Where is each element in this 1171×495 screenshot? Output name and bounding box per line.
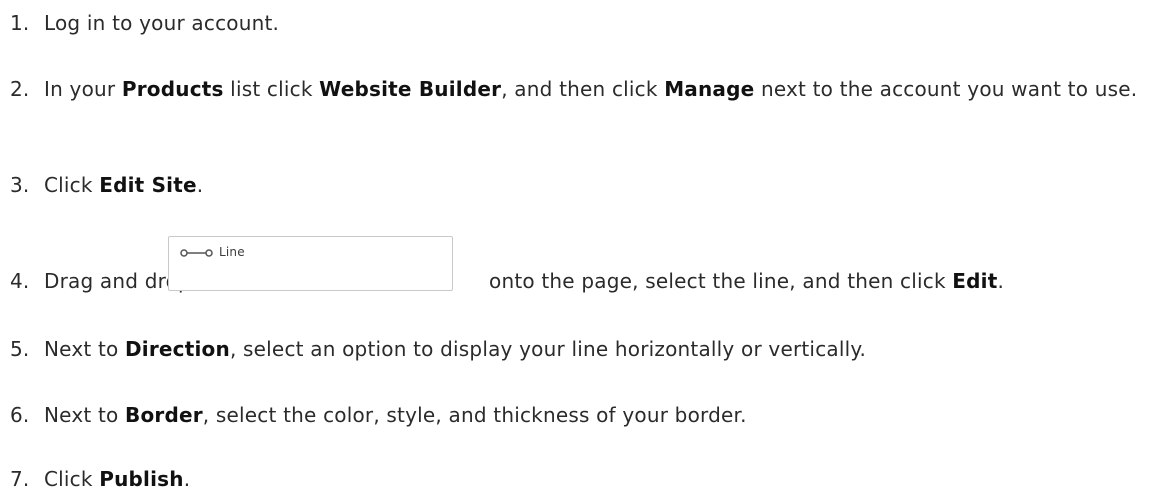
step-text-fragment: . [997, 269, 1005, 293]
step-text-fragment: , and then click [501, 77, 665, 101]
step-number: 4. [10, 269, 30, 293]
step-text-fragment: Click [44, 173, 100, 197]
step-number: 6. [10, 403, 30, 427]
step-text-fragment: . [196, 173, 204, 197]
step-text-fragment: Click [44, 467, 100, 491]
line-widget-button[interactable]: Line [168, 236, 453, 291]
border-term: Border [125, 403, 203, 427]
step-text: Next to Border, select the color, style,… [44, 399, 1160, 431]
step-number: 3. [10, 173, 30, 197]
publish-term: Publish [99, 467, 184, 491]
direction-term: Direction [125, 337, 230, 361]
step-text-fragment: , select an option to display your line … [229, 337, 867, 361]
step-text: Click Edit Site. [44, 169, 1160, 201]
website-builder-term: Website Builder [319, 77, 502, 101]
step-7: 7. Click Publish. [10, 463, 1160, 495]
step-text: Click Publish. [44, 463, 1160, 495]
step-text-fragment: Log in to your account. [44, 11, 280, 35]
manage-term: Manage [664, 77, 755, 101]
line-widget-label: Line [219, 245, 245, 259]
step-text-fragment: In your [44, 77, 122, 101]
step-text-fragment: onto the page, select the line, and then… [482, 269, 953, 293]
step-number: 1. [10, 11, 30, 35]
step-text-fragment: next to the account you want to use. [754, 77, 1138, 101]
step-number: 7. [10, 467, 30, 491]
step-text: Log in to your account. [44, 7, 1160, 39]
edit-term: Edit [952, 269, 998, 293]
products-term: Products [121, 77, 224, 101]
step-text: In your Products list click Website Buil… [44, 73, 1160, 105]
step-text-fragment: Next to [44, 403, 125, 427]
step-2: 2. In your Products list click Website B… [10, 73, 1160, 105]
step-text-fragment: Next to [44, 337, 125, 361]
step-3: 3. Click Edit Site. [10, 169, 1160, 201]
edit-site-term: Edit Site [99, 173, 197, 197]
step-text-fragment: , select the color, style, and thickness… [202, 403, 747, 427]
line-connector-icon [180, 248, 214, 258]
step-text-fragment: list click [223, 77, 320, 101]
step-5: 5. Next to Direction, select an option t… [10, 333, 1160, 365]
step-6: 6. Next to Border, select the color, sty… [10, 399, 1160, 431]
step-1: 1. Log in to your account. [10, 7, 1160, 39]
step-text-fragment: . [183, 467, 191, 491]
step-number: 2. [10, 77, 30, 101]
step-number: 5. [10, 337, 30, 361]
step-text: Next to Direction, select an option to d… [44, 333, 1160, 365]
